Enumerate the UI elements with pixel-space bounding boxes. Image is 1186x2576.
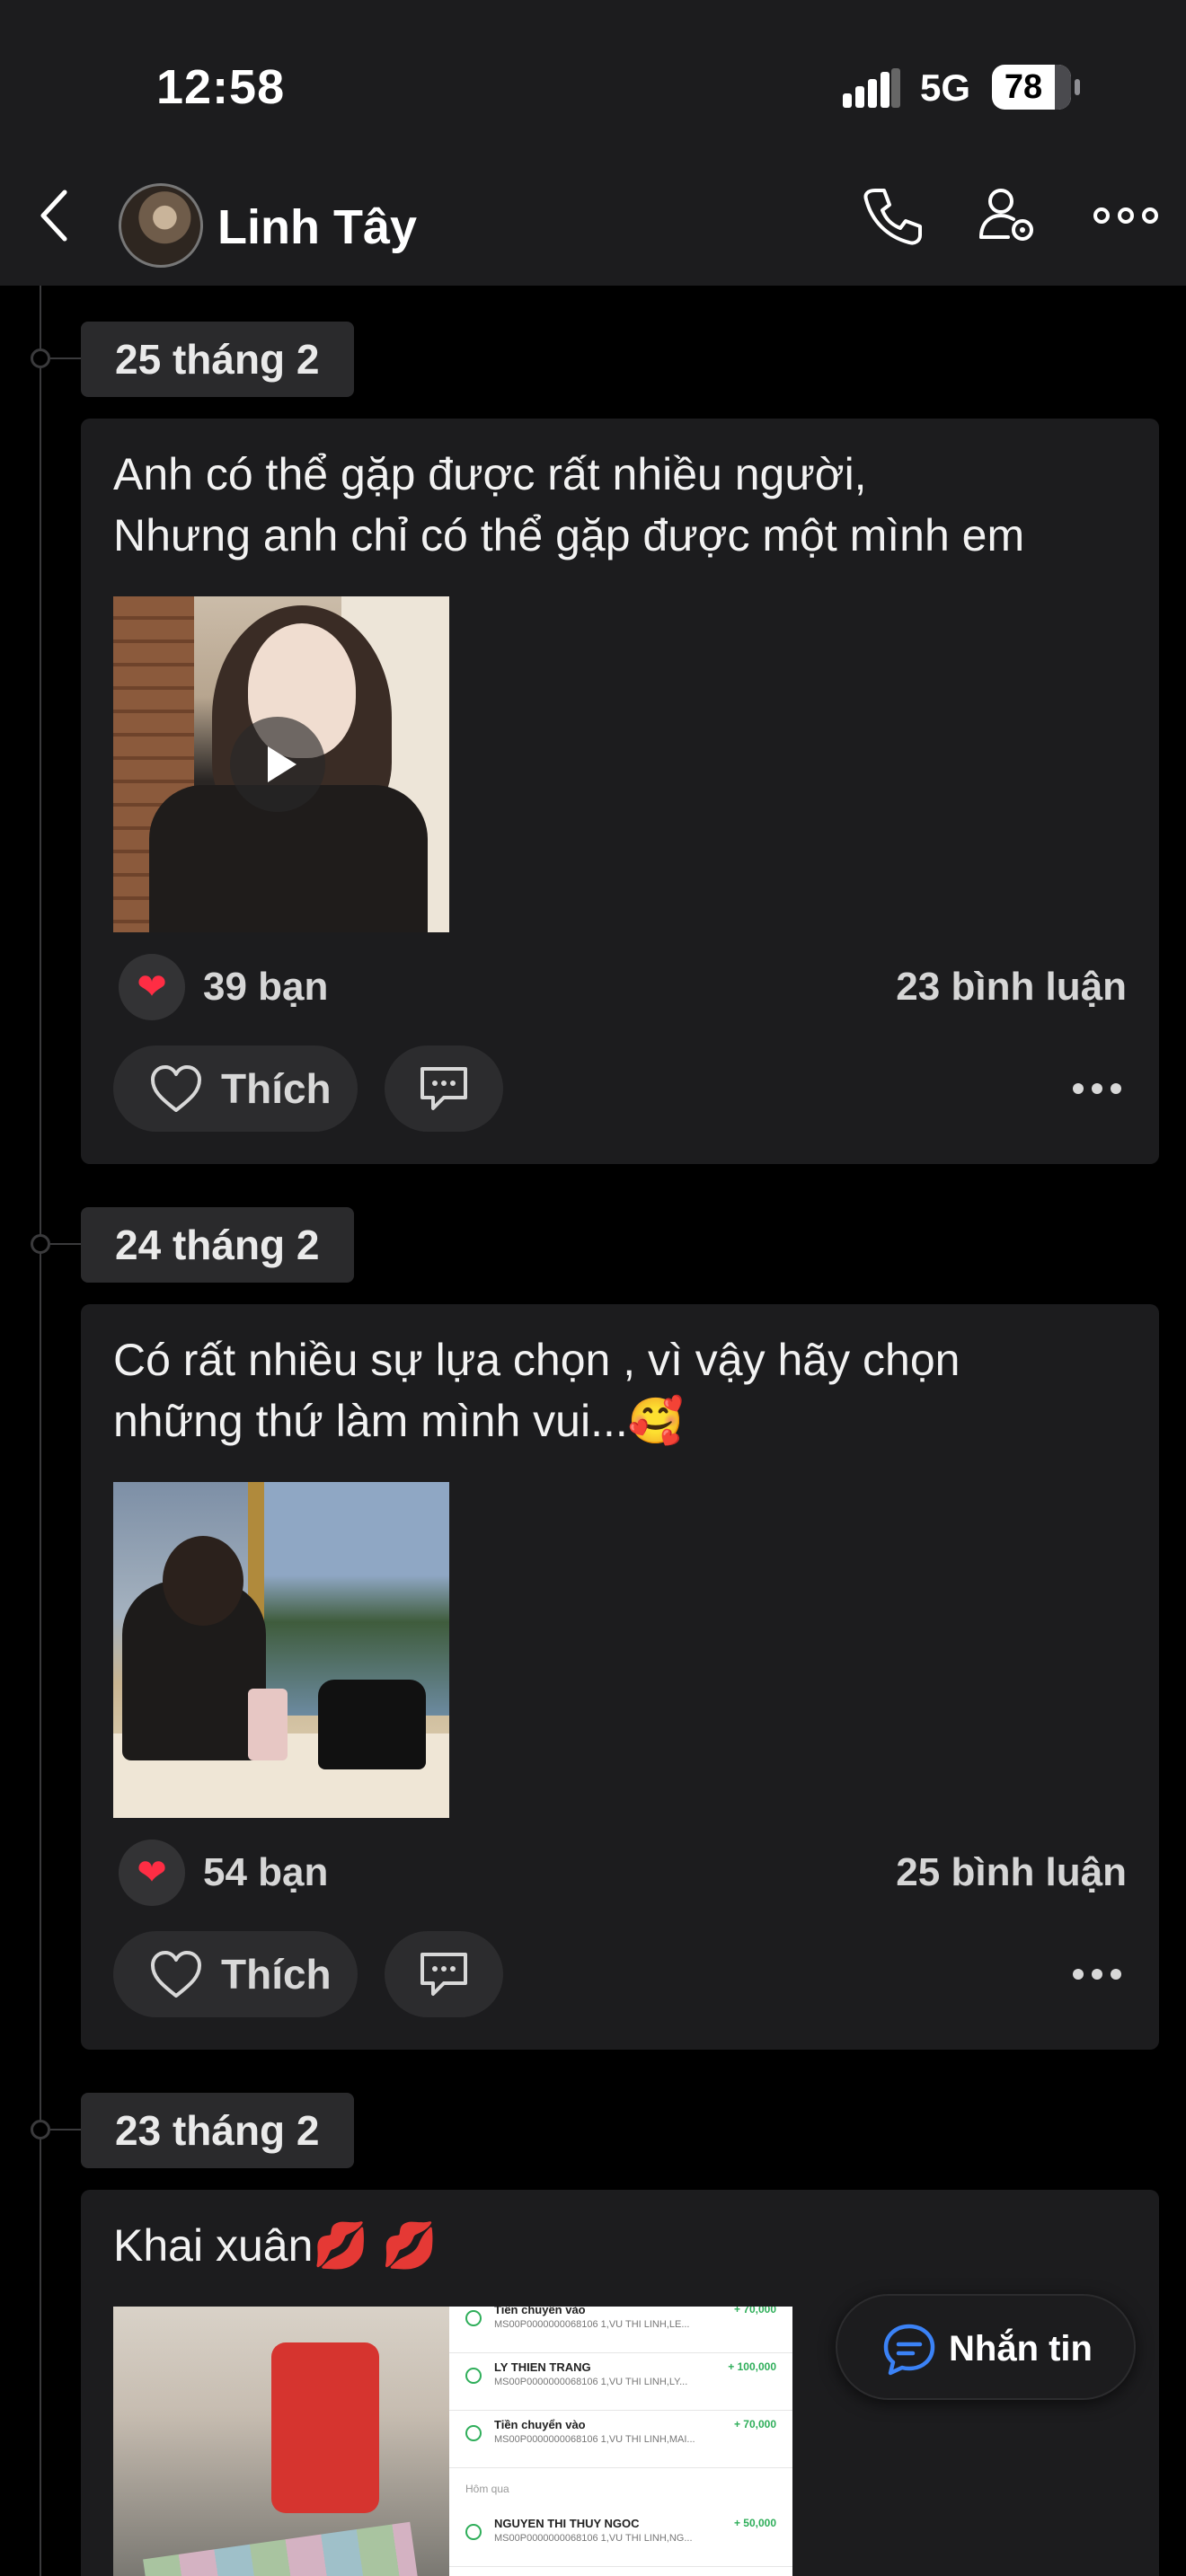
comments-count[interactable]: 23 bình luận [896, 954, 1127, 1020]
comment-button[interactable] [385, 1931, 503, 2017]
top-bar: 12:58 5G 78 Linh Tây [0, 0, 1186, 286]
phone-icon[interactable] [855, 180, 927, 251]
transfer-icon [465, 2425, 482, 2441]
transfer-icon [465, 2368, 482, 2384]
bank-row-detail: MS00P0000000068106 1,VU THI LINH,NG... [494, 2533, 693, 2544]
post-text: Anh có thể gặp được rất nhiều người, Như… [113, 449, 1025, 560]
bank-row-amount: + 70,000 [733, 2418, 776, 2430]
avatar[interactable] [119, 183, 203, 268]
post-card[interactable]: Có rất nhiều sự lựa chọn , vì vậy hãy ch… [81, 1304, 1159, 2050]
bank-row-detail: MS00P0000000068106 1,VU THI LINH,LE... [494, 2319, 690, 2330]
bank-transaction-row: NGUYEN THI THUY NGOC MS00P0000000068106 … [449, 2511, 792, 2567]
chat-bubble-icon [883, 2324, 935, 2376]
likes-count[interactable]: 54 bạn [203, 1839, 328, 1906]
timeline-dot [31, 348, 50, 368]
like-button[interactable]: Thích [113, 1045, 358, 1132]
status-time: 12:58 [156, 60, 286, 114]
comment-button[interactable] [385, 1045, 503, 1132]
date-chip: 25 tháng 2 [81, 322, 354, 397]
back-icon[interactable] [27, 180, 81, 251]
timeline-connector [50, 2129, 83, 2130]
photo-detail [163, 1536, 243, 1626]
post-photo[interactable] [113, 2307, 449, 2576]
bank-date-separator: Hôm qua [465, 2483, 509, 2495]
photo-detail [271, 2342, 379, 2513]
like-button[interactable]: Thích [113, 1931, 358, 2017]
bank-row-detail: MS00P0000000068106 1,VU THI LINH,LY... [494, 2377, 688, 2387]
bank-row-amount: + 70,000 [733, 2307, 776, 2316]
battery-level: 78 [1004, 68, 1043, 106]
comment-icon [420, 1953, 467, 1996]
battery-empty [1055, 65, 1071, 110]
heart-outline-icon [151, 1065, 201, 1112]
post-card[interactable]: Anh có thể gặp được rất nhiều người, Như… [81, 419, 1159, 1164]
heart-outline-icon [151, 1951, 201, 1998]
photo-detail [318, 1680, 426, 1769]
post-photo[interactable] [113, 1482, 449, 1818]
profile-name[interactable]: Linh Tây [217, 199, 417, 255]
timeline-connector [50, 357, 83, 359]
photo-detail [143, 2521, 425, 2576]
message-button[interactable]: Nhắn tin [836, 2294, 1136, 2400]
like-label: Thích [221, 1065, 332, 1112]
bank-transaction-row: Tiền chuyển vào MS00P0000000068106 1,VU … [449, 2307, 792, 2353]
timeline-dot [31, 2120, 50, 2139]
network-type: 5G [920, 66, 971, 109]
signal-icon [843, 68, 900, 108]
bank-row-name: NGUYEN THI THUY NGOC [494, 2517, 640, 2530]
heart-icon: ❤ [119, 1839, 185, 1906]
post-text: Khai xuân💋 💋 [113, 2220, 438, 2271]
heart-icon: ❤ [119, 954, 185, 1020]
bank-transaction-row: LY THIEN TRANG MS00P0000000068106 1,VU T… [449, 2355, 792, 2411]
profile-settings-icon[interactable] [972, 180, 1044, 251]
bank-transaction-row: Tiền chuyển vào MS00P0000000068106 1,VU … [449, 2413, 792, 2468]
comment-icon [420, 1067, 467, 1110]
like-label: Thích [221, 1951, 332, 1998]
date-chip: 23 tháng 2 [81, 2093, 354, 2168]
play-icon[interactable] [230, 717, 325, 812]
post-text: Có rất nhiều sự lựa chọn , vì vậy hãy ch… [113, 1335, 960, 1446]
post-more-icon[interactable] [1071, 1081, 1123, 1096]
battery-icon: 78 [992, 65, 1080, 110]
post-photo-bank-screenshot[interactable]: Tiền chuyển vào MS00P0000000068106 1,VU … [449, 2307, 792, 2576]
bank-row-amount: + 50,000 [733, 2517, 776, 2529]
timeline-line [40, 286, 41, 2576]
bank-row-detail: MS00P0000000068106 1,VU THI LINH,MAI... [494, 2434, 695, 2445]
date-chip: 24 tháng 2 [81, 1207, 354, 1283]
message-button-label: Nhắn tin [949, 2329, 1093, 2369]
transfer-icon [465, 2524, 482, 2540]
likes-count[interactable]: 39 bạn [203, 954, 328, 1020]
bank-row-name: Tiền chuyển vào [494, 2418, 586, 2431]
timeline-connector [50, 1243, 83, 1245]
post-video-thumbnail[interactable] [113, 596, 449, 932]
comments-count[interactable]: 25 bình luận [896, 1839, 1127, 1906]
post-more-icon[interactable] [1071, 1967, 1123, 1981]
timeline-dot [31, 1234, 50, 1254]
bank-row-amount: + 100,000 [728, 2360, 776, 2373]
bank-row-name: LY THIEN TRANG [494, 2360, 591, 2374]
bank-row-name: Tiền chuyển vào [494, 2307, 586, 2316]
transfer-icon [465, 2310, 482, 2326]
photo-detail [248, 1689, 288, 1760]
more-icon[interactable] [1093, 180, 1159, 251]
